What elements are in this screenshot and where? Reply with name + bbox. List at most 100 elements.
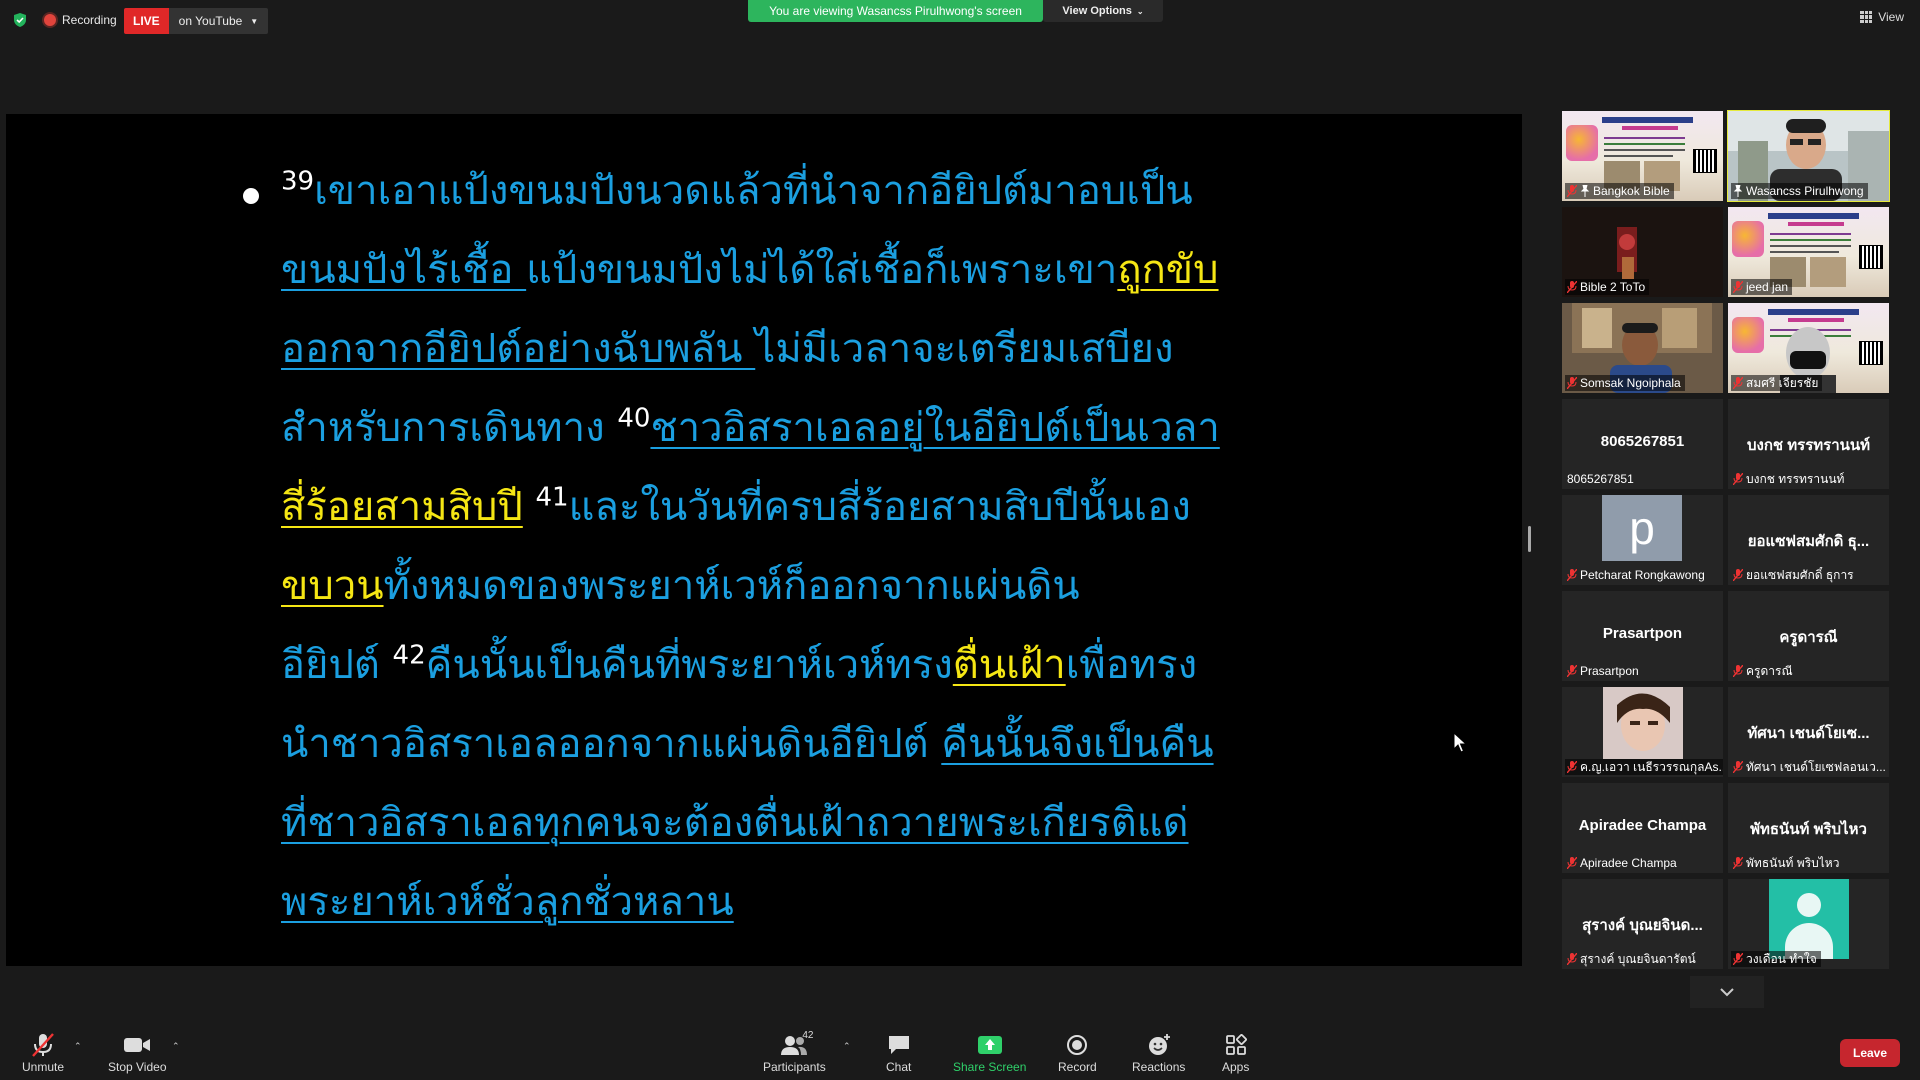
- participant-tile[interactable]: 8065267851 8065267851: [1562, 399, 1723, 489]
- audio-options-caret-icon[interactable]: ⌃: [74, 1042, 82, 1052]
- slide-line: ออกจากอียิปต์อย่างฉับพลัน ไม่มีเวลาจะเตร…: [281, 310, 1301, 389]
- participant-label: ครูดารณี: [1731, 663, 1797, 679]
- verse-text: เพื่อทรง: [1065, 642, 1198, 688]
- participant-name: Somsak Ngoiphala: [1580, 376, 1681, 390]
- apps-icon: [1225, 1034, 1247, 1055]
- participant-tile[interactable]: ยอแซฟสมศักดิ ธุ... ยอแซฟสมศักดิ์ ธุการ: [1728, 495, 1889, 585]
- mic-muted-icon: [1733, 377, 1743, 389]
- participant-name: ครูดารณี: [1746, 663, 1793, 678]
- slide-line: อียิปต์ 42คืนนั้นเป็นคืนที่พระยาห์เวห์ทร…: [281, 626, 1301, 705]
- verse-text-underlined: ที่ชาวอิสราเอลทุกคนจะต้องตื่นเฝ้าถวายพระ…: [281, 800, 1189, 846]
- slide-line: พระยาห์เวห์ชั่วลูกชั่วหลาน: [281, 863, 1301, 942]
- participant-name: สุรางค์ บุณยจินดารัตน์: [1580, 951, 1696, 966]
- pin-icon: [1733, 185, 1743, 197]
- participant-tile[interactable]: พัทธนันท์ พริบไหว พัทธนันท์ พริบไหว: [1728, 783, 1889, 873]
- participant-tile[interactable]: สุรางค์ บุณยจินด... สุรางค์ บุณยจินดารัต…: [1562, 879, 1723, 969]
- view-layout-button[interactable]: View: [1860, 10, 1904, 24]
- participant-display-name: Apiradee Champa: [1578, 817, 1707, 834]
- participant-name: พัทธนันท์ พริบไหว: [1746, 855, 1840, 870]
- participant-label: บงกช ทรรทรานนท์: [1731, 471, 1848, 487]
- unmute-button[interactable]: Unmute: [22, 1032, 64, 1074]
- slide-line: ขนมปังไร้เชื้อ แป้งขนมปังไม่ได้ใส่เชื้อก…: [281, 231, 1301, 310]
- participant-tile[interactable]: Bible 2 ToTo: [1562, 207, 1723, 297]
- security-shield-icon[interactable]: [12, 12, 28, 28]
- chat-button[interactable]: Chat: [886, 1032, 911, 1074]
- participant-tile[interactable]: Apiradee Champa Apiradee Champa: [1562, 783, 1723, 873]
- mic-muted-icon: [1733, 473, 1743, 485]
- apps-button[interactable]: Apps: [1222, 1032, 1249, 1074]
- live-stream-indicator[interactable]: LIVE on YouTube ▼: [124, 8, 269, 34]
- participant-name: 8065267851: [1567, 472, 1634, 486]
- participant-tile[interactable]: ครูดารณี ครูดารณี: [1728, 591, 1889, 681]
- video-camera-icon: [124, 1038, 151, 1052]
- participant-display-name: 8065267851: [1600, 433, 1685, 450]
- participant-label: Bible 2 ToTo: [1565, 279, 1650, 295]
- reactions-smiley-icon: [1148, 1034, 1170, 1055]
- share-screen-icon: [977, 1036, 1002, 1054]
- slide-line: สำหรับการเดินทาง 40ชาวอิสราเอลอยู่ในอียิ…: [281, 389, 1301, 468]
- view-label: View: [1878, 10, 1904, 24]
- participant-name: ยอแซฟสมศักดิ์ ธุการ: [1746, 567, 1854, 582]
- participants-options-caret-icon[interactable]: ⌃: [843, 1042, 851, 1052]
- participant-tile[interactable]: ทัศนา เชนด์โยเซ... ทัศนา เชนด์โยเซฟลอนเว…: [1728, 687, 1889, 777]
- view-options-button[interactable]: View Options ⌄: [1043, 0, 1163, 22]
- participant-name: บงกช ทรรทรานนท์: [1746, 471, 1845, 486]
- participant-label: Somsak Ngoiphala: [1565, 375, 1685, 391]
- reactions-label: Reactions: [1132, 1060, 1186, 1074]
- recording-label: Recording: [62, 13, 117, 27]
- verse-text-highlight: ขบวน: [281, 563, 384, 609]
- participant-label: Petcharat Rongkawong: [1565, 567, 1709, 583]
- verse-text: นำชาวอิสราเอลออกจากแผ่นดินอียิปต์: [281, 721, 942, 767]
- participants-button[interactable]: 42 Participants: [763, 1030, 826, 1074]
- reactions-button[interactable]: Reactions: [1132, 1032, 1185, 1074]
- verse-text-underlined: คืนนั้นจึงเป็นคืน: [941, 721, 1214, 767]
- view-options-label: View Options: [1062, 5, 1132, 17]
- participant-count: 42: [802, 1030, 814, 1041]
- mic-muted-icon: [1733, 281, 1743, 293]
- top-bar: Recording LIVE on YouTube ▼ You are view…: [0, 0, 1920, 40]
- stop-video-button[interactable]: Stop Video: [108, 1032, 167, 1074]
- pin-icon: [1580, 185, 1590, 197]
- participant-label: พัทธนันท์ พริบไหว: [1731, 855, 1843, 871]
- participant-name: สมศรี เจียรชัย: [1746, 375, 1819, 390]
- record-button[interactable]: Record: [1058, 1032, 1097, 1074]
- grid-view-icon: [1860, 11, 1873, 23]
- participant-tile[interactable]: Bangkok Bible: [1562, 111, 1723, 201]
- viewing-screen-banner: You are viewing Wasancss Pirulhwong's sc…: [748, 0, 1043, 22]
- video-options-caret-icon[interactable]: ⌃: [172, 1042, 180, 1052]
- chat-label: Chat: [886, 1060, 912, 1074]
- chat-bubble-icon: [888, 1036, 909, 1054]
- recording-indicator[interactable]: Recording: [44, 10, 117, 30]
- participant-tile[interactable]: วงเดือน ทำใจ: [1728, 879, 1889, 969]
- default-avatar-icon: [1769, 879, 1849, 959]
- participant-tile[interactable]: jeed jan: [1728, 207, 1889, 297]
- participant-name: วงเดือน ทำใจ: [1746, 951, 1817, 966]
- participant-name: Bible 2 ToTo: [1580, 280, 1646, 294]
- share-screen-button[interactable]: Share Screen: [953, 1032, 1026, 1074]
- participant-label: 8065267851: [1565, 471, 1638, 487]
- participant-tile[interactable]: สมศรี เจียรชัย: [1728, 303, 1889, 393]
- shared-screen[interactable]: 39เขาเอาแป้งขนมปังนวดแล้วที่นำจากอียิปต์…: [6, 114, 1522, 966]
- mic-muted-icon: [1733, 569, 1743, 581]
- participant-tile[interactable]: บงกช ทรรทรานนท์ บงกช ทรรทรานนท์: [1728, 399, 1889, 489]
- verse-text-highlight: ถูกขับ: [1117, 247, 1219, 293]
- participant-label: Apiradee Champa: [1565, 855, 1681, 871]
- participant-name: ทัศนา เชนด์โยเซฟลอนเว...: [1746, 759, 1886, 774]
- verse-text-highlight: สี่ร้อยสามสิบปี: [281, 484, 523, 530]
- participant-label: สมศรี เจียรชัย: [1731, 375, 1823, 391]
- stream-target-dropdown[interactable]: on YouTube ▼: [168, 8, 269, 34]
- gallery-scroll-down-button[interactable]: [1690, 976, 1764, 1008]
- participant-tile[interactable]: p Petcharat Rongkawong: [1562, 495, 1723, 585]
- panel-resize-handle[interactable]: [1528, 526, 1531, 552]
- participant-tile-active-speaker[interactable]: Wasancss Pirulhwong: [1727, 110, 1890, 202]
- participant-name: Apiradee Champa: [1580, 856, 1677, 870]
- mic-muted-icon: [1567, 185, 1577, 197]
- participant-tile[interactable]: ค.ญ.เอวา เนธีรวรรณกุลAs...: [1562, 687, 1723, 777]
- leave-meeting-button[interactable]: Leave: [1840, 1039, 1900, 1067]
- participant-tile[interactable]: Prasartpon Prasartpon: [1562, 591, 1723, 681]
- mic-muted-icon: [1733, 665, 1743, 677]
- participant-tile[interactable]: Somsak Ngoiphala: [1562, 303, 1723, 393]
- stream-target-label: on YouTube: [178, 14, 243, 28]
- participant-display-name: พัทธนันท์ พริบไหว: [1750, 821, 1867, 838]
- verse-number: 39: [281, 166, 315, 197]
